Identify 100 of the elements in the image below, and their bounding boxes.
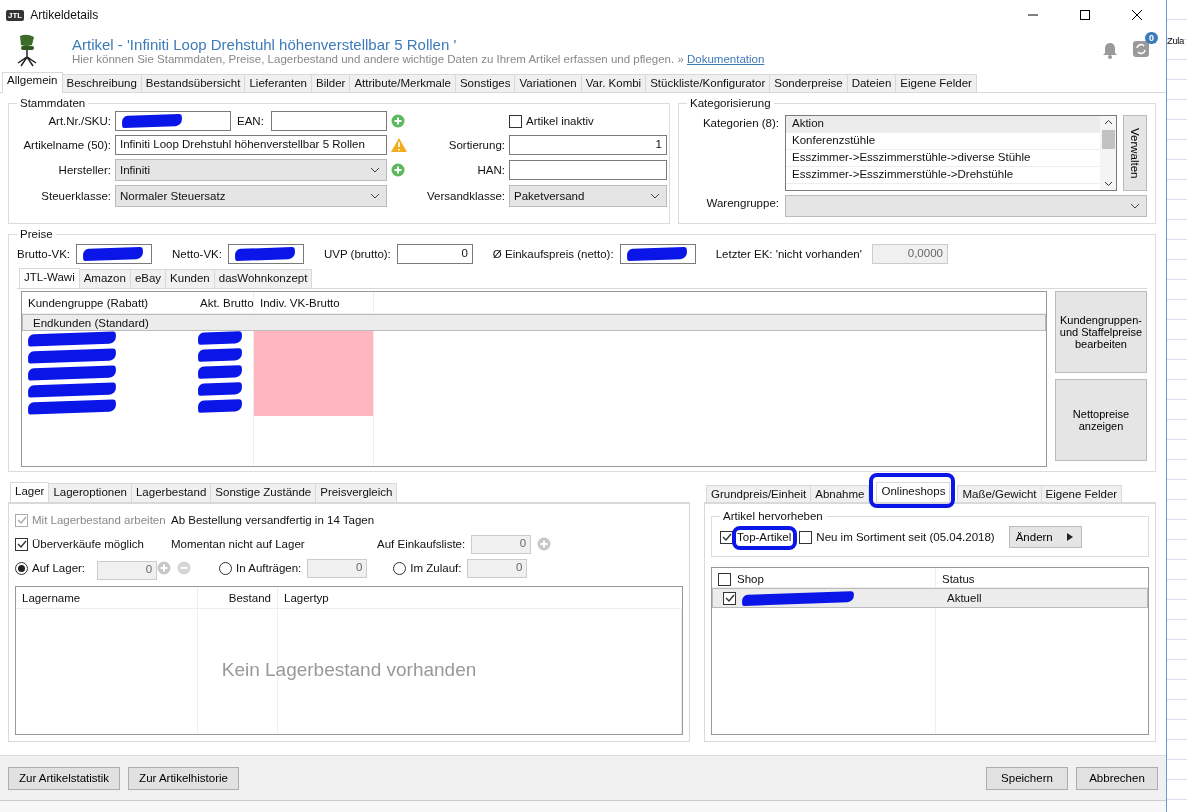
category-item[interactable]: Aktion xyxy=(786,116,1100,133)
column-header[interactable]: Indiv. VK-Brutto xyxy=(254,292,374,313)
category-item[interactable]: Esszimmer->Esszimmerstühle->diverse Stühle xyxy=(786,150,1100,167)
footer-button[interactable]: Zur Artikelhistorie xyxy=(128,766,239,790)
field-label: Hersteller: xyxy=(57,164,111,176)
tab[interactable]: Amazon xyxy=(78,269,131,288)
column-header[interactable]: Kundengruppe (Rabatt) xyxy=(22,292,194,313)
tab[interactable]: Dateien xyxy=(846,74,897,92)
sort-field[interactable]: 1 xyxy=(509,135,667,155)
price-field[interactable] xyxy=(227,244,304,264)
column-header[interactable]: Akt. Brutto xyxy=(194,292,254,313)
tab[interactable]: Lageroptionen xyxy=(48,483,132,502)
maximize-icon[interactable] xyxy=(1079,9,1091,21)
tab[interactable]: Attribute/Merkmale xyxy=(349,74,456,92)
tab[interactable]: Onlineshops xyxy=(876,482,951,502)
tab[interactable]: Bestandsübersicht xyxy=(140,74,246,92)
check-icon xyxy=(16,538,27,550)
check-icon xyxy=(16,514,27,526)
add-icon[interactable] xyxy=(391,114,405,128)
stock-note: Momentan nicht auf Lager xyxy=(171,538,306,550)
purchase-list-field: 0 xyxy=(471,534,532,554)
tab[interactable]: Bilder xyxy=(311,74,351,92)
tab[interactable]: Eigene Felder xyxy=(895,74,977,92)
tab[interactable]: JTL-Wawi xyxy=(19,268,80,288)
radio-button[interactable]: Im Zulauf: xyxy=(393,561,462,575)
field-label: Versandklasse: xyxy=(426,190,505,202)
tab[interactable]: Abnahme xyxy=(810,485,870,502)
sync-icon[interactable] xyxy=(1132,40,1150,58)
add-icon[interactable] xyxy=(391,163,405,177)
tab[interactable]: Kunden xyxy=(165,269,215,288)
price-field[interactable]: 0 xyxy=(396,244,473,264)
bell-icon[interactable] xyxy=(1102,41,1118,59)
column-header[interactable]: Shop xyxy=(737,573,764,585)
tab[interactable]: dasWohnkonzept xyxy=(213,269,313,288)
radio-button[interactable]: Auf Lager: xyxy=(15,561,86,575)
field-label: Warengruppe: xyxy=(705,196,779,209)
manage-button[interactable]: Verwalten xyxy=(1123,115,1147,191)
tab[interactable]: Sonderpreise xyxy=(769,74,848,92)
tab[interactable]: Sonstiges xyxy=(454,74,516,92)
field-label: Letzter EK: 'nicht vorhanden' xyxy=(715,248,862,260)
scrollbar-thumb[interactable] xyxy=(1101,130,1115,149)
selected-row[interactable]: Aktuell xyxy=(712,588,1148,608)
tab[interactable]: Lager xyxy=(10,482,50,502)
tab[interactable]: Eigene Felder xyxy=(1040,485,1123,502)
field-label: Ø Einkaufspreis (netto): xyxy=(492,248,614,260)
documentation-link[interactable]: Dokumentation xyxy=(687,52,765,65)
footer-button[interactable]: Abbrechen xyxy=(1076,766,1158,790)
scrollbar[interactable] xyxy=(1100,116,1116,190)
sku-field[interactable] xyxy=(115,111,231,131)
tab[interactable]: Stückliste/Konfigurator xyxy=(645,74,771,92)
tab[interactable]: Maße/Gewicht xyxy=(957,485,1042,502)
category-item[interactable]: Konferenzstühle xyxy=(786,133,1100,150)
article-name-field[interactable]: Infiniti Loop Drehstuhl höhenverstellbar 5 Rollen xyxy=(115,135,387,155)
group-title: Artikel hervorheben xyxy=(722,510,824,522)
action-button[interactable]: Nettopreise anzeigen xyxy=(1055,379,1147,461)
top-article-checkbox[interactable]: Top-Artikel xyxy=(720,530,792,544)
redaction-scribble xyxy=(197,331,243,345)
selected-row[interactable]: Endkunden (Standard) xyxy=(22,314,1046,331)
close-icon[interactable] xyxy=(1131,9,1143,21)
manufacturer-dropdown[interactable]: Infiniti xyxy=(115,159,387,181)
tab[interactable]: Preisvergleich xyxy=(315,483,398,502)
row-checkbox[interactable] xyxy=(723,591,736,605)
column-header[interactable]: Bestand xyxy=(198,587,278,608)
group-title: Preise xyxy=(19,228,54,240)
chevron-down-icon[interactable] xyxy=(1103,181,1113,187)
field-label: HAN: xyxy=(476,164,505,176)
tab[interactable]: Sonstige Zustände xyxy=(210,483,317,502)
price-field[interactable] xyxy=(76,244,153,264)
column-header[interactable]: Lagertyp xyxy=(278,587,682,608)
tax-class-dropdown[interactable]: Normaler Steuersatz xyxy=(115,185,387,207)
tab[interactable]: Beschreibung xyxy=(61,74,142,92)
chevron-down-icon xyxy=(1130,203,1140,209)
action-button[interactable]: Kundengruppen- und Staffelpreise bearbeiten xyxy=(1055,291,1147,373)
category-item[interactable]: Esszimmer->Esszimmerstühle->Drehstühle xyxy=(786,167,1100,184)
new-item-checkbox[interactable]: Neu im Sortiment seit (05.04.2018) xyxy=(799,530,995,544)
tab[interactable]: Allgemein xyxy=(2,72,63,93)
oversell-checkbox[interactable]: Überverkäufe möglich xyxy=(15,537,165,551)
tab[interactable]: Var. Kombi xyxy=(580,74,647,92)
column-header[interactable]: Status xyxy=(936,568,1148,587)
ean-field[interactable] xyxy=(271,111,387,131)
window-title: Artikeldetails xyxy=(30,8,99,22)
tab[interactable]: Lagerbestand xyxy=(130,483,212,502)
table-cell-text: Endkunden (Standard) xyxy=(32,315,150,331)
table-cell-text: Aktuell xyxy=(946,591,983,606)
select-all-checkbox[interactable] xyxy=(718,572,731,586)
tab[interactable]: Lieferanten xyxy=(244,74,312,92)
tab[interactable]: Variationen xyxy=(514,74,582,92)
column-header[interactable]: Lagername xyxy=(16,587,198,608)
chevron-up-icon[interactable] xyxy=(1103,119,1113,125)
tab[interactable]: Grundpreis/Einheit xyxy=(706,485,812,502)
shipping-class-dropdown[interactable]: Paketversand xyxy=(509,185,667,207)
footer-button[interactable]: Speichern xyxy=(986,766,1068,790)
han-field[interactable] xyxy=(509,160,667,180)
change-button[interactable]: Ändern xyxy=(1008,526,1082,548)
quantity-field: 0 xyxy=(467,558,528,578)
footer-button[interactable]: Zur Artikelstatistik xyxy=(8,766,121,790)
radio-button[interactable]: In Aufträgen: xyxy=(219,561,302,575)
field-label: Auf Einkaufsliste: xyxy=(377,538,466,550)
price-field[interactable] xyxy=(619,244,696,264)
group-title: Kategorisierung xyxy=(689,97,772,109)
